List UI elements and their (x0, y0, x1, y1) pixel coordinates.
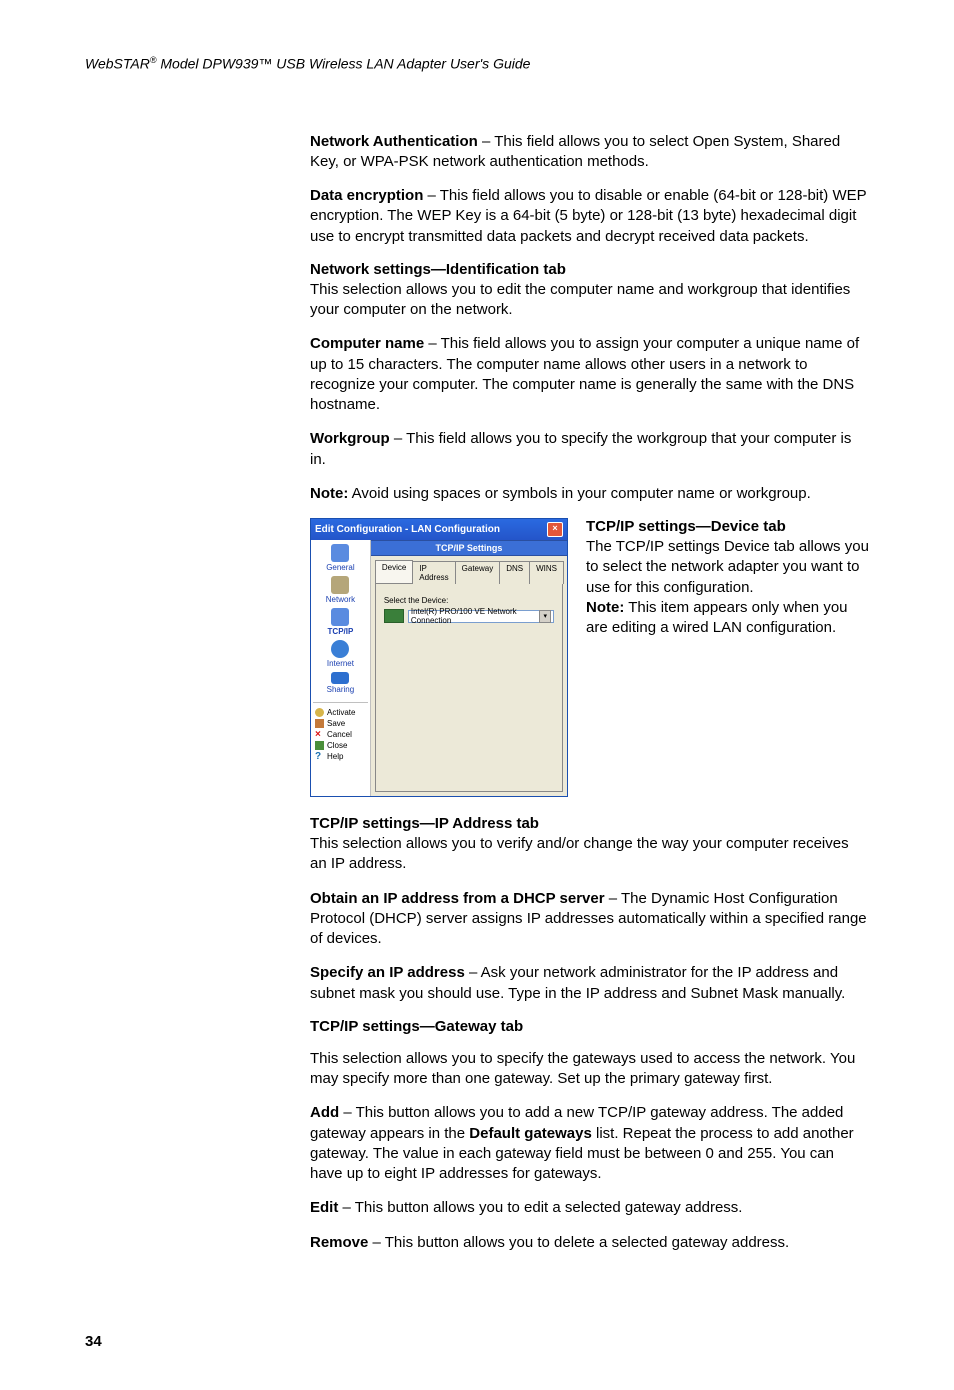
para-id-tab: This selection allows you to edit the co… (310, 280, 869, 321)
text-note2: This item appears only when you are edit… (586, 599, 848, 636)
general-icon (331, 544, 349, 562)
para-net-auth: Network Authentication – This field allo… (310, 132, 869, 173)
action-label: Activate (327, 708, 355, 717)
sidebar-item-sharing[interactable]: Sharing (327, 672, 355, 694)
para-data-enc: Data encryption – This field allows you … (310, 186, 869, 247)
header-rest: Model DPW939™ USB Wireless LAN Adapter U… (156, 56, 530, 72)
action-label: Cancel (327, 730, 352, 739)
action-label: Help (327, 752, 343, 761)
text-edit: – This button allows you to edit a selec… (338, 1199, 742, 1216)
text-workgroup: – This field allows you to specify the w… (310, 430, 851, 467)
brand: WebSTAR (85, 56, 150, 72)
action-save[interactable]: Save (313, 718, 368, 729)
label-net-auth: Network Authentication (310, 133, 478, 150)
para-remove: Remove – This button allows you to delet… (310, 1233, 869, 1253)
nic-icon (384, 609, 404, 623)
page-number: 34 (85, 1333, 869, 1350)
sidebar-label: Internet (327, 660, 354, 668)
para-workgroup: Workgroup – This field allows you to spe… (310, 429, 869, 470)
para-edit: Edit – This button allows you to edit a … (310, 1198, 869, 1218)
para-ip-tab: This selection allows you to verify and/… (310, 834, 869, 875)
banner-tcpip-settings: TCP/IP Settings (371, 540, 567, 556)
sidebar-label: Sharing (327, 686, 355, 694)
tab-gateway[interactable]: Gateway (455, 561, 501, 584)
window-title: Edit Configuration - LAN Configuration (315, 524, 500, 535)
label-remove: Remove (310, 1234, 368, 1251)
sidebar-item-internet[interactable]: Internet (327, 640, 354, 668)
tab-dns[interactable]: DNS (499, 561, 530, 584)
label-add: Add (310, 1104, 339, 1121)
window-titlebar: Edit Configuration - LAN Configuration × (311, 519, 567, 540)
text-remove: – This button allows you to delete a sel… (368, 1234, 789, 1251)
sidebar-item-network[interactable]: Network (326, 576, 355, 604)
running-header: WebSTAR® Model DPW939™ USB Wireless LAN … (85, 55, 869, 72)
action-activate[interactable]: Activate (313, 707, 368, 718)
tab-pane-device: Select the Device: Intel(R) PRO/100 VE N… (375, 584, 563, 792)
device-field-label: Select the Device: (384, 596, 554, 605)
tab-device[interactable]: Device (375, 560, 413, 583)
action-help[interactable]: ?Help (313, 751, 368, 762)
label-data-enc: Data encryption (310, 187, 423, 204)
heading-ip-tab: TCP/IP settings—IP Address tab (310, 815, 869, 832)
close-icon[interactable]: × (547, 522, 563, 537)
action-label: Close (327, 741, 347, 750)
action-close[interactable]: Close (313, 740, 368, 751)
para-dhcp: Obtain an IP address from a DHCP server … (310, 889, 869, 950)
label-dhcp: Obtain an IP address from a DHCP server (310, 890, 605, 907)
para-add: Add – This button allows you to add a ne… (310, 1103, 869, 1184)
cancel-icon: × (315, 730, 324, 739)
close-action-icon (315, 741, 324, 750)
tab-ip-address[interactable]: IP Address (412, 561, 455, 584)
action-cancel[interactable]: ×Cancel (313, 729, 368, 740)
chevron-down-icon: ▾ (539, 610, 551, 623)
device-selected-value: Intel(R) PRO/100 VE Network Connection (411, 607, 540, 625)
sidebar-item-tcpip[interactable]: TCP/IP (328, 608, 354, 636)
sidebar-label: General (326, 564, 354, 572)
para-gateway-tab: This selection allows you to specify the… (310, 1049, 869, 1090)
device-dropdown[interactable]: Intel(R) PRO/100 VE Network Connection ▾ (408, 610, 554, 623)
sidebar-item-general[interactable]: General (326, 544, 354, 572)
tab-wins[interactable]: WINS (529, 561, 564, 584)
para-specify-ip: Specify an IP address – Ask your network… (310, 963, 869, 1004)
label-note2: Note: (586, 599, 624, 616)
tcpip-icon (331, 608, 349, 626)
sidebar-label: TCP/IP (328, 628, 354, 636)
label-specify-ip: Specify an IP address (310, 964, 465, 981)
heading-id-tab: Network settings—Identification tab (310, 261, 869, 278)
screenshot-window: Edit Configuration - LAN Configuration ×… (310, 518, 568, 797)
sidebar-label: Network (326, 596, 355, 604)
label-default-gw: Default gateways (469, 1125, 592, 1142)
network-icon (331, 576, 349, 594)
action-label: Save (327, 719, 345, 728)
internet-icon (331, 640, 349, 658)
label-note1: Note: (310, 485, 348, 502)
help-icon: ? (315, 752, 324, 761)
tabstrip: Device IP Address Gateway DNS WINS (375, 560, 563, 584)
label-workgroup: Workgroup (310, 430, 390, 447)
sharing-icon (331, 672, 349, 684)
label-computer-name: Computer name (310, 335, 424, 352)
para-computer-name: Computer name – This field allows you to… (310, 334, 869, 415)
text-note1: Avoid using spaces or symbols in your co… (348, 485, 810, 502)
activate-icon (315, 708, 324, 717)
heading-gateway-tab: TCP/IP settings—Gateway tab (310, 1018, 869, 1035)
save-icon (315, 719, 324, 728)
sidebar: General Network TCP/IP Internet Sharing … (311, 540, 371, 796)
label-edit: Edit (310, 1199, 338, 1216)
para-note-spaces: Note: Avoid using spaces or symbols in y… (310, 484, 869, 504)
